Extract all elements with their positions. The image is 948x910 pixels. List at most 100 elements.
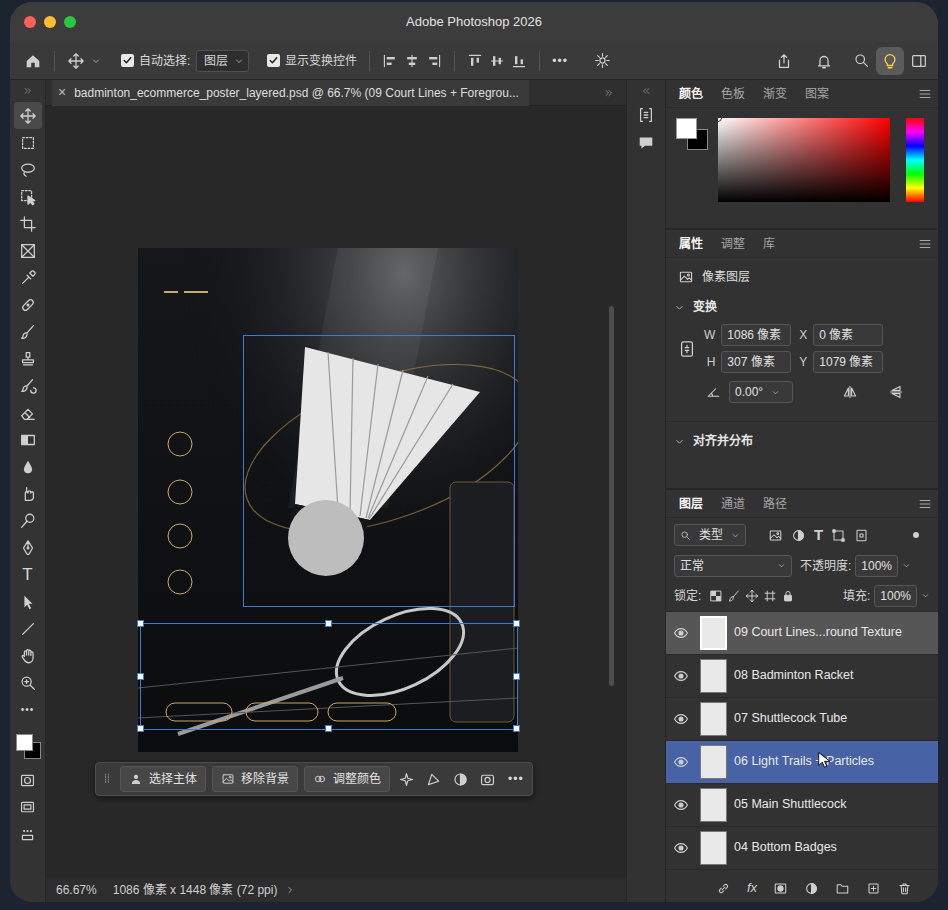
transform-handle[interactable] <box>137 725 144 732</box>
visibility-toggle[interactable] <box>666 711 696 727</box>
transform-handle[interactable] <box>137 620 144 627</box>
edit-button[interactable] <box>14 821 42 848</box>
transform-handle[interactable] <box>325 620 332 627</box>
link-dimensions-icon[interactable] <box>678 340 696 358</box>
tool-button[interactable] <box>14 345 42 372</box>
panel-tab[interactable]: 颜色 <box>670 80 712 108</box>
tool-button[interactable] <box>14 129 42 156</box>
home-icon[interactable] <box>24 52 42 70</box>
expand-icon[interactable] <box>285 885 295 895</box>
transform-handle[interactable] <box>325 725 332 732</box>
panel-menu-icon[interactable] <box>918 87 932 101</box>
align-bottom-icon[interactable] <box>511 53 527 69</box>
new-layer-icon[interactable] <box>866 881 881 896</box>
more-tabs-icon[interactable] <box>604 88 614 98</box>
type-filter[interactable]: T <box>814 524 823 547</box>
collapse-icon[interactable] <box>23 86 33 96</box>
lock-position-icon[interactable] <box>745 589 759 603</box>
field-input[interactable]: 0 像素 <box>813 324 883 346</box>
lock-all-icon[interactable] <box>781 589 795 603</box>
color-swatches[interactable] <box>14 731 42 761</box>
lock-pixels-icon[interactable] <box>727 589 741 603</box>
tool-button[interactable] <box>14 426 42 453</box>
poster-image[interactable] <box>138 248 518 752</box>
minimize-button[interactable] <box>44 16 56 28</box>
align-top-icon[interactable] <box>467 53 483 69</box>
panel-tab[interactable]: 图层 <box>670 490 712 518</box>
generate-icon[interactable] <box>479 771 496 788</box>
tool-button[interactable] <box>14 588 42 615</box>
field-input[interactable]: 1079 像素 <box>813 351 883 373</box>
smart-object-filter-icon[interactable] <box>854 528 869 543</box>
color-field[interactable] <box>718 118 890 202</box>
tool-button[interactable] <box>14 102 42 129</box>
history-icon[interactable] <box>637 106 655 124</box>
tool-button[interactable] <box>14 264 42 291</box>
fill-field[interactable]: 100% <box>874 585 917 607</box>
gear-icon[interactable] <box>594 52 611 69</box>
tool-button[interactable] <box>14 534 42 561</box>
expand-icon[interactable] <box>674 436 685 447</box>
move-tool-icon[interactable] <box>67 52 85 70</box>
screen-button[interactable] <box>14 794 42 821</box>
share-icon[interactable] <box>775 52 793 70</box>
panel-tab[interactable]: 色板 <box>712 80 754 108</box>
new-adjustment-icon[interactable] <box>804 881 819 896</box>
pixel-filter-icon[interactable] <box>768 528 783 543</box>
tool-button[interactable]: T <box>14 561 42 588</box>
new-group-icon[interactable] <box>835 881 850 896</box>
grip-icon[interactable] <box>100 772 114 786</box>
align-right-icon[interactable] <box>426 53 442 69</box>
layer-row[interactable]: 05 Main Shuttlecock <box>666 784 938 827</box>
transform-handle[interactable] <box>513 620 520 627</box>
shape-icon[interactable] <box>425 771 442 788</box>
sparkle-icon[interactable] <box>398 771 415 788</box>
blend-mode-dropdown[interactable]: 正常 <box>674 555 792 577</box>
filter-dropdown[interactable]: 类型 <box>674 524 746 546</box>
tool-button[interactable] <box>14 291 42 318</box>
expand-icon[interactable] <box>674 302 685 313</box>
field-input[interactable]: 1086 像素 <box>721 324 791 346</box>
zoom-level[interactable]: 66.67% <box>56 881 97 899</box>
tool-button[interactable] <box>14 480 42 507</box>
show-transform-checkbox-box[interactable] <box>267 54 280 67</box>
panel-tab[interactable]: 图案 <box>796 80 838 108</box>
transform-handle[interactable] <box>513 725 520 732</box>
transform-box[interactable] <box>140 623 518 730</box>
quickmask-button[interactable] <box>14 767 42 794</box>
panel-tab[interactable]: 通道 <box>712 490 754 518</box>
panel-tab[interactable]: 路径 <box>754 490 796 518</box>
field-input[interactable]: 307 像素 <box>721 351 791 373</box>
flip-vertical-icon[interactable] <box>888 384 904 400</box>
visibility-toggle[interactable] <box>666 797 696 813</box>
tool-button[interactable]: ••• <box>14 696 42 723</box>
hue-slider[interactable] <box>906 118 924 202</box>
task-button[interactable]: 选择主体 <box>120 766 206 792</box>
foreground-swatch[interactable] <box>676 118 697 139</box>
layer-row[interactable]: 06 Light Trails + Particles <box>666 741 938 784</box>
flip-horizontal-icon[interactable] <box>842 384 858 400</box>
tool-button[interactable] <box>14 669 42 696</box>
tool-button[interactable] <box>14 507 42 534</box>
tool-button[interactable] <box>14 237 42 264</box>
tool-button[interactable] <box>14 318 42 345</box>
panel-tab[interactable]: 库 <box>754 230 784 258</box>
comments-icon[interactable] <box>637 134 655 152</box>
tool-button[interactable] <box>14 156 42 183</box>
align-center-icon[interactable] <box>404 53 420 69</box>
visibility-toggle[interactable] <box>666 625 696 641</box>
adjustment-filter-icon[interactable] <box>791 528 806 543</box>
angle-field[interactable]: 0.00° <box>729 381 793 403</box>
tool-button[interactable] <box>14 372 42 399</box>
more-button[interactable]: ••• <box>508 770 524 788</box>
shape-filter-icon[interactable] <box>831 528 846 543</box>
panel-menu-icon[interactable] <box>918 497 932 511</box>
tool-button[interactable] <box>14 183 42 210</box>
chevron-icon[interactable] <box>902 561 911 570</box>
document-tab[interactable]: ×badminton_ecommerce_poster_layered.psd … <box>52 80 529 106</box>
layer-row[interactable]: 09 Court Lines...round Texture <box>666 612 938 655</box>
visibility-toggle[interactable] <box>666 754 696 770</box>
task-button[interactable]: 调整颜色 <box>304 766 390 792</box>
opacity-field[interactable]: 100% <box>855 555 898 577</box>
close-button[interactable] <box>24 16 36 28</box>
